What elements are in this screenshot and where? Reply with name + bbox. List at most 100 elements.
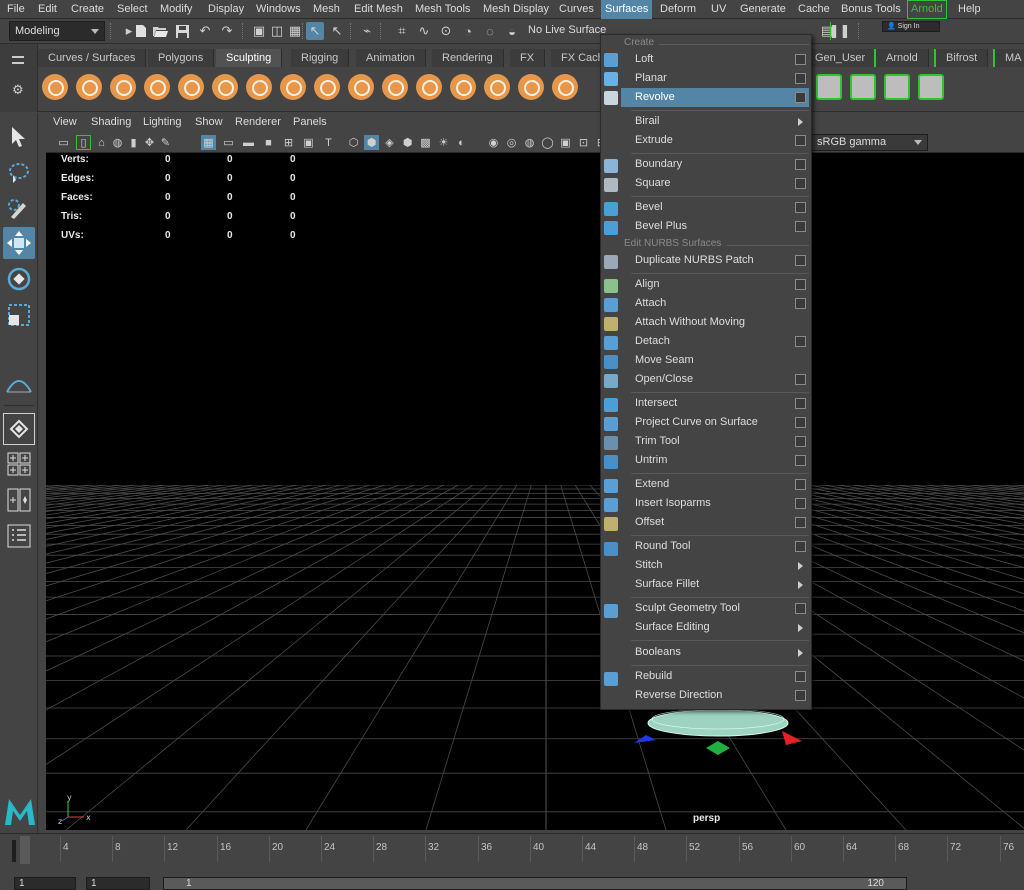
paint-select-tool-icon[interactable] [3, 193, 35, 225]
menu-item-project-curve-on-surface[interactable]: Project Curve on Surface [621, 413, 809, 432]
unfreeze-all-icon[interactable] [882, 72, 912, 102]
panel-menu-show[interactable]: Show [195, 116, 223, 128]
option-box-icon[interactable] [795, 221, 806, 232]
scrape-tool-icon[interactable] [414, 72, 444, 102]
safe-title-icon[interactable]: T [321, 135, 336, 150]
color-space-dropdown[interactable]: sRGB gamma [811, 134, 928, 151]
wax-tool-icon[interactable] [380, 72, 410, 102]
two-view-layout-icon[interactable] [3, 485, 35, 515]
option-box-icon[interactable] [795, 479, 806, 490]
panel-menu-lighting[interactable]: Lighting [143, 116, 182, 128]
camera-select-icon[interactable]: ▭ [56, 135, 71, 150]
outliner-layout-icon[interactable] [3, 521, 35, 551]
shelf-tab-rigging[interactable]: Rigging [291, 49, 350, 67]
menu-item-align[interactable]: Align [621, 275, 809, 294]
menu-mesh-tools[interactable]: Mesh Tools [415, 2, 470, 17]
snap-to-view-plane-icon[interactable]: ◌ [481, 22, 499, 40]
option-box-icon[interactable] [795, 202, 806, 213]
xray-icon[interactable]: ⊡ [576, 135, 591, 150]
menu-generate[interactable]: Generate [740, 2, 786, 17]
select-hierarchy-icon[interactable]: ▣ [250, 22, 268, 40]
shelf-tab-bifrost[interactable]: Bifrost [934, 49, 989, 67]
shelf-tab-sculpting[interactable]: Sculpting [216, 49, 283, 67]
smear-tool-icon[interactable] [516, 72, 546, 102]
menu-item-birail[interactable]: Birail [621, 112, 809, 131]
scale-tool-icon[interactable] [3, 299, 35, 331]
depth-of-field-icon[interactable]: ◯ [540, 135, 555, 150]
shelf-tab-more[interactable]: MA [993, 49, 1024, 67]
menu-item-extrude[interactable]: Extrude [621, 131, 809, 150]
time-slider-handle[interactable] [12, 840, 16, 862]
use-all-lights-icon[interactable]: ☀ [436, 135, 451, 150]
option-box-icon[interactable] [795, 298, 806, 309]
screen-space-ao-icon[interactable]: ◉ [486, 135, 501, 150]
menu-item-extend[interactable]: Extend [621, 475, 809, 494]
menu-item-revolve[interactable]: Revolve [621, 88, 809, 107]
select-by-curve-icon[interactable]: ↖ [328, 22, 346, 40]
menu-edit-mesh[interactable]: Edit Mesh [354, 2, 403, 17]
option-box-icon[interactable] [795, 517, 806, 528]
shelf-tab-rendering[interactable]: Rendering [432, 49, 504, 67]
relax-tool-icon[interactable] [108, 72, 138, 102]
option-box-icon[interactable] [795, 73, 806, 84]
snap-to-grid-icon[interactable]: ⌗ [393, 22, 411, 40]
menu-item-surface-editing[interactable]: Surface Editing [621, 618, 809, 637]
option-box-icon[interactable] [795, 336, 806, 347]
move-tool-icon[interactable] [3, 227, 35, 259]
knife-tool-icon[interactable] [482, 72, 512, 102]
smooth-shade-icon[interactable]: ⬢ [364, 135, 379, 150]
panel-menu-view[interactable]: View [53, 116, 77, 128]
shelf-tab-gen-user[interactable]: Gen_User [803, 49, 877, 67]
option-box-icon[interactable] [795, 255, 806, 266]
menu-item-sculpt-geometry-tool[interactable]: Sculpt Geometry Tool [621, 599, 809, 618]
rotate-tool-icon[interactable] [3, 263, 35, 295]
mode-dropdown[interactable]: Modeling [9, 21, 105, 41]
panel-menu-panels[interactable]: Panels [293, 116, 327, 128]
undo-icon[interactable]: ↶ [196, 22, 214, 40]
convert-to-frozen-icon[interactable] [848, 72, 878, 102]
option-box-icon[interactable] [795, 455, 806, 466]
select-tool-icon[interactable] [3, 121, 35, 153]
animation-start-field[interactable]: 1 [86, 877, 150, 890]
film-gate-icon[interactable]: ▭ [221, 135, 236, 150]
safe-action-icon[interactable]: ▣ [301, 135, 316, 150]
menu-curves[interactable]: Curves [559, 2, 594, 17]
viewport-persp[interactable]: Verts: 0 0 0 Edges: 0 0 0 Faces: 0 0 0 T… [46, 153, 1024, 830]
save-scene-icon[interactable] [173, 22, 191, 40]
wireframe-on-shaded-icon[interactable]: ◈ [382, 135, 397, 150]
shelf-tab-polygons[interactable]: Polygons [148, 49, 215, 67]
option-box-icon[interactable] [795, 541, 806, 552]
imprint-tool-icon[interactable] [346, 72, 376, 102]
menu-item-loft[interactable]: Loft [621, 50, 809, 69]
option-box-icon[interactable] [795, 54, 806, 65]
soft-modification-tool-icon[interactable] [3, 369, 35, 401]
use-default-material-icon[interactable]: ⬢ [400, 135, 415, 150]
resolution-gate-icon[interactable]: ▬ [241, 135, 256, 150]
sculpt-tool-icon[interactable] [40, 72, 70, 102]
shelf-tab-animation[interactable]: Animation [356, 49, 426, 67]
snap-to-point-icon[interactable]: ⊙ [437, 22, 455, 40]
four-view-layout-icon[interactable] [3, 449, 35, 479]
menu-create[interactable]: Create [71, 2, 104, 17]
new-scene-icon[interactable] [132, 22, 150, 40]
menu-edit[interactable]: Edit [38, 2, 57, 17]
shelf-tab-arnold[interactable]: Arnold [874, 49, 929, 67]
menu-mesh[interactable]: Mesh [313, 2, 340, 17]
shadows-icon[interactable]: ◐ [454, 135, 469, 150]
menu-item-booleans[interactable]: Booleans [621, 643, 809, 662]
menu-item-offset[interactable]: Offset [621, 513, 809, 532]
grid-toggle-icon[interactable]: ▦ [201, 135, 216, 150]
panel-menu-renderer[interactable]: Renderer [235, 116, 281, 128]
textured-icon[interactable]: ▩ [418, 135, 433, 150]
option-box-icon[interactable] [795, 279, 806, 290]
menu-item-bevel[interactable]: Bevel [621, 198, 809, 217]
shelf-tab-curves-surfaces[interactable]: Curves / Surfaces [38, 49, 147, 67]
grab-tool-icon[interactable] [142, 72, 172, 102]
lock-selection-icon[interactable]: ⌁ [358, 22, 376, 40]
menu-file[interactable]: File [7, 2, 25, 17]
menu-cache[interactable]: Cache [798, 2, 830, 17]
gate-mask-icon[interactable]: ■ [261, 135, 276, 150]
menu-item-boundary[interactable]: Boundary [621, 155, 809, 174]
shelf-settings-gear-icon[interactable]: ⚙ [12, 82, 24, 98]
menu-item-reverse-direction[interactable]: Reverse Direction [621, 686, 809, 705]
